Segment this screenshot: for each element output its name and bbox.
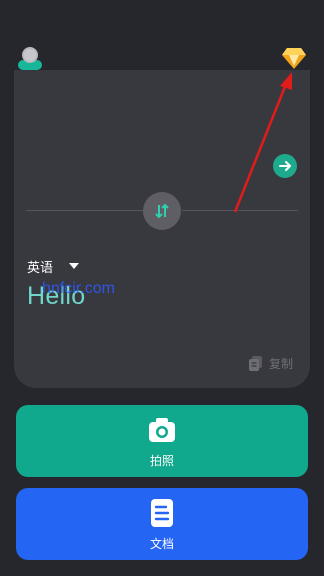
target-language-select[interactable]: 英语 <box>27 256 80 276</box>
document-icon <box>151 498 173 527</box>
divider <box>182 210 298 211</box>
watermark: hnfcir.com <box>42 280 115 297</box>
swap-arrows-icon <box>155 203 169 219</box>
copy-icon <box>249 356 262 371</box>
photo-translate-button[interactable]: 拍照 <box>16 405 308 477</box>
copy-label: 复制 <box>269 357 294 371</box>
document-translate-button[interactable]: 文档 <box>16 488 308 560</box>
document-label: 文档 <box>149 536 174 551</box>
go-button[interactable] <box>273 154 297 178</box>
photo-label: 拍照 <box>149 453 174 468</box>
divider <box>26 210 144 211</box>
translation-card: 英语 Hello hnfcir.com 复制 <box>14 70 310 388</box>
arrow-right-icon <box>279 161 291 171</box>
user-avatar-icon[interactable] <box>17 45 43 71</box>
diamond-icon[interactable] <box>281 46 307 70</box>
swap-languages-button[interactable] <box>143 192 181 230</box>
target-language-label: 英语 <box>27 260 54 276</box>
copy-button[interactable]: 复制 <box>248 355 293 372</box>
caret-down-icon <box>69 263 80 269</box>
top-bar <box>0 0 324 72</box>
camera-icon <box>149 417 175 442</box>
